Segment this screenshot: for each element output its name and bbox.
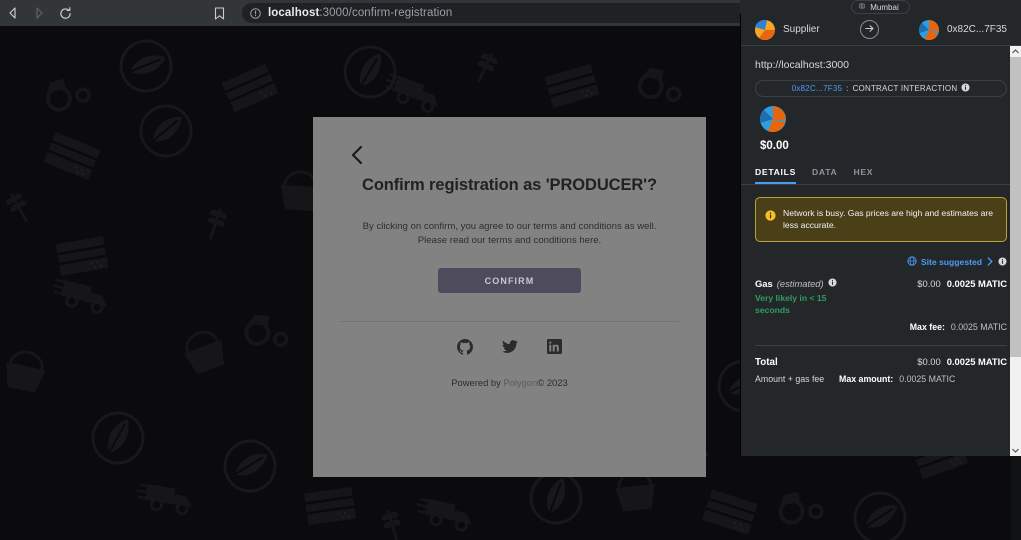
contract-address[interactable]: 0x82C...7F35 xyxy=(792,84,842,93)
gas-row: Gas (estimated) Very likely in < 15 seco… xyxy=(755,278,1007,316)
address-bar-path: :3000/confirm-registration xyxy=(319,7,453,19)
max-amount-label: Max amount: xyxy=(839,374,894,385)
arrow-right-icon xyxy=(864,21,875,39)
reload-icon xyxy=(59,6,72,20)
back-button[interactable] xyxy=(0,0,26,26)
github-link[interactable] xyxy=(456,338,473,360)
bookmark-button[interactable] xyxy=(206,0,232,26)
footer-brand: Polygon xyxy=(503,377,538,389)
info-icon[interactable] xyxy=(828,278,837,289)
max-fee-label: Max fee: xyxy=(909,322,945,333)
tab-details[interactable]: DETAILS xyxy=(755,162,797,184)
terms-text: By clicking on confirm, you agree to our… xyxy=(345,220,675,247)
gas-label-qualifier: (estimated) xyxy=(776,277,824,289)
gas-label: Gas (estimated) xyxy=(755,278,870,289)
tab-hex[interactable]: HEX xyxy=(853,162,873,184)
token-jazzicon xyxy=(759,106,786,136)
sender-jazzicon xyxy=(755,19,775,40)
twitter-icon xyxy=(501,339,518,359)
forward-button[interactable] xyxy=(26,0,52,26)
total-subtitle: Amount + gas fee xyxy=(755,374,825,385)
gas-token-value: 0.0025 MATIC xyxy=(946,277,1007,289)
transaction-amount-block: $0.00 xyxy=(741,97,1021,152)
details-tab-panel: Network is busy. Gas prices are high and… xyxy=(741,185,1021,456)
max-amount-value: 0.0025 MATIC xyxy=(899,374,956,385)
network-pill-bar: Mumbai xyxy=(740,0,1021,14)
gas-label-text: Gas xyxy=(755,277,773,289)
gas-row-left: Gas (estimated) Very likely in < 15 seco… xyxy=(755,278,870,316)
linkedin-icon xyxy=(547,339,562,359)
metamask-tabs: DETAILS DATA HEX xyxy=(741,162,1021,185)
divider xyxy=(755,345,1007,347)
twitter-link[interactable] xyxy=(501,339,518,359)
network-selector[interactable]: Mumbai xyxy=(851,0,910,14)
globe-icon xyxy=(907,253,917,271)
gas-fiat-value: $0.00 xyxy=(917,277,941,289)
dapp-origin: http://localhost:3000 xyxy=(755,59,849,71)
contract-action: CONTRACT INTERACTION xyxy=(852,84,958,93)
transfer-arrow xyxy=(859,20,879,39)
info-icon[interactable] xyxy=(998,253,1007,271)
terms-line-2: Please read our terms and conditions her… xyxy=(417,234,602,246)
total-token-value: 0.0025 MATIC xyxy=(946,356,1007,368)
gas-row-right: $0.00 0.0025 MATIC xyxy=(870,278,1007,289)
terms-line-1: By clicking on confirm, you agree to our… xyxy=(362,221,657,232)
site-suggested-label[interactable]: Site suggested xyxy=(921,257,982,267)
recipient-jazzicon xyxy=(918,19,939,40)
social-links xyxy=(456,338,563,360)
warning-text: Network is busy. Gas prices are high and… xyxy=(783,208,994,231)
gas-speed-estimate: Very likely in < 15 seconds xyxy=(755,292,827,315)
linkedin-link[interactable] xyxy=(547,339,563,359)
page-title: Confirm registration as 'PRODUCER'? xyxy=(362,176,657,194)
footer-credit: Powered by Polygon© 2023 xyxy=(451,377,567,388)
github-icon xyxy=(456,338,473,360)
forward-arrow-icon xyxy=(33,7,45,19)
address-bar-url: localhost:3000/confirm-registration xyxy=(268,7,452,19)
scrollbar-down-arrow[interactable] xyxy=(1010,445,1021,456)
network-busy-warning: Network is busy. Gas prices are high and… xyxy=(755,197,1007,242)
max-fee-value: 0.0025 MATIC xyxy=(950,322,1007,333)
divider xyxy=(340,321,679,323)
scrollbar-thumb[interactable] xyxy=(1010,57,1021,357)
chevron-right-icon[interactable] xyxy=(986,253,994,271)
back-button[interactable] xyxy=(346,145,368,170)
metamask-scroll-area: http://localhost:3000 0x82C...7F35 : CON… xyxy=(741,46,1021,456)
contract-separator: : xyxy=(846,84,849,93)
footer-suffix: © 2023 xyxy=(537,377,568,389)
address-bar-host: localhost xyxy=(268,7,320,19)
total-row-right: $0.00 0.0025 MATIC xyxy=(870,356,1007,367)
chevron-left-icon xyxy=(350,145,365,170)
network-globe-icon xyxy=(858,2,866,12)
bookmark-icon xyxy=(214,6,225,20)
gas-estimate-source-row[interactable]: Site suggested xyxy=(755,253,1007,271)
registration-card: Confirm registration as 'PRODUCER'? By c… xyxy=(313,117,706,477)
recipient-account-address: 0x82C...7F35 xyxy=(946,24,1007,35)
tab-data[interactable]: DATA xyxy=(812,162,837,184)
sender-account[interactable]: Supplier xyxy=(755,19,820,40)
recipient-account[interactable]: 0x82C...7F35 xyxy=(918,19,1007,40)
not-secure-info-icon[interactable] xyxy=(250,7,261,19)
metamask-confirmation-popup: Supplier 0x82C...7F35 http://localhost:3… xyxy=(740,14,1021,456)
total-row: Total $0.00 0.0025 MATIC xyxy=(755,356,1007,368)
total-label: Total xyxy=(755,357,778,369)
max-fee-row: Max fee: 0.0025 MATIC xyxy=(755,322,1007,332)
confirm-button[interactable]: CONFIRM xyxy=(438,268,581,294)
info-icon[interactable] xyxy=(961,83,970,94)
footer-prefix: Powered by xyxy=(451,377,504,389)
total-subtitle-row: Amount + gas fee Max amount: 0.0025 MATI… xyxy=(755,374,1007,384)
scrollbar-track[interactable] xyxy=(1010,57,1021,445)
transaction-amount-fiat: $0.00 xyxy=(760,140,789,152)
total-fiat-value: $0.00 xyxy=(917,356,941,368)
back-arrow-icon xyxy=(7,7,19,19)
metamask-account-header: Supplier 0x82C...7F35 xyxy=(741,14,1021,46)
network-name: Mumbai xyxy=(870,2,899,12)
sender-account-name: Supplier xyxy=(783,24,820,35)
scrollbar-up-arrow[interactable] xyxy=(1010,46,1021,57)
reload-button[interactable] xyxy=(52,0,78,26)
metamask-scrollbar[interactable] xyxy=(1010,46,1021,456)
contract-interaction-pill: 0x82C...7F35 : CONTRACT INTERACTION xyxy=(755,80,1007,97)
warning-info-icon xyxy=(765,208,776,226)
